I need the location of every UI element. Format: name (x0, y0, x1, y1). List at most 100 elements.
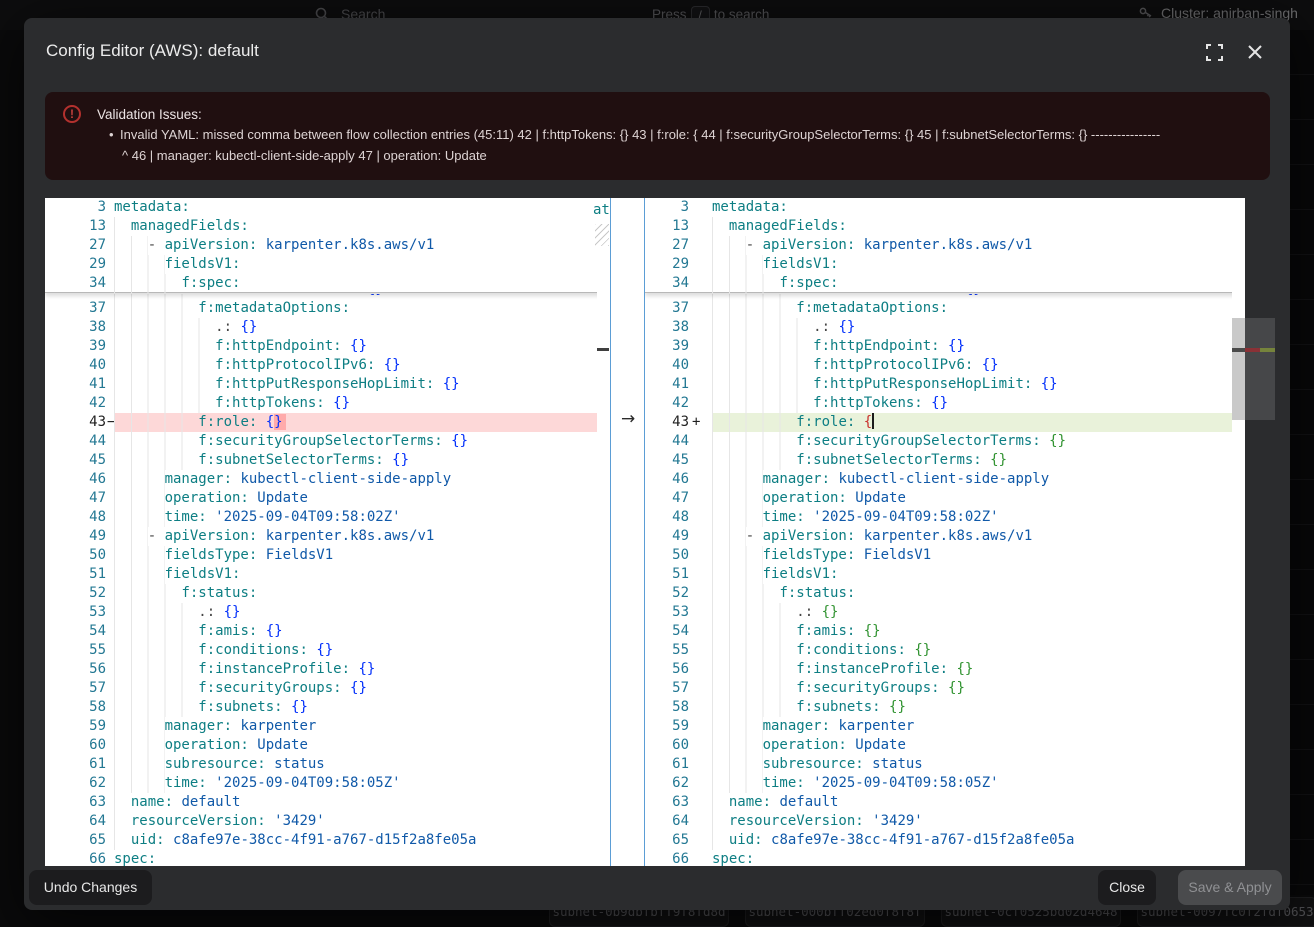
code-line[interactable]: 60operation: Update (645, 736, 1245, 755)
line-number: 49 (645, 527, 689, 546)
code-line[interactable]: 41f:httpPutResponseHopLimit: {} (45, 375, 610, 394)
code-line[interactable]: 64resourceVersion: '3429' (645, 812, 1245, 831)
code-line[interactable]: 55f:conditions: {} (45, 641, 610, 660)
modified-pane[interactable]: 37f:metadataOptions:38.: {}39f:httpEndpo… (645, 198, 1245, 866)
code-line[interactable]: 57f:securityGroups: {} (645, 679, 1245, 698)
code-line[interactable]: 65uid: c8afe97e-38cc-4f91-a767-d15f2a8fe… (645, 831, 1245, 850)
code-line[interactable]: 62time: '2025-09-04T09:58:05Z' (45, 774, 610, 793)
save-apply-button[interactable]: Save & Apply (1178, 870, 1282, 905)
close-button[interactable]: Close (1098, 870, 1156, 905)
code-line[interactable]: 39f:httpEndpoint: {} (645, 337, 1245, 356)
close-icon[interactable] (1246, 44, 1264, 62)
line-number: 63 (645, 793, 689, 812)
code-line[interactable]: 55f:conditions: {} (645, 641, 1245, 660)
code-line[interactable]: 61subresource: status (45, 755, 610, 774)
code-line[interactable]: 40f:httpProtocolIPv6: {} (45, 356, 610, 375)
code-line[interactable]: 49- apiVersion: karpenter.k8s.aws/v1 (45, 527, 610, 546)
code-line[interactable]: 39f:httpEndpoint: {} (45, 337, 610, 356)
code-line[interactable]: 66spec: (45, 850, 610, 866)
code-line[interactable]: 34f:spec: (45, 274, 610, 293)
code-line[interactable]: 64resourceVersion: '3429' (45, 812, 610, 831)
expand-icon[interactable] (1206, 44, 1224, 62)
code-line[interactable]: 56f:instanceProfile: {} (45, 660, 610, 679)
code-line[interactable]: 63name: default (645, 793, 1245, 812)
code-line[interactable]: 45f:subnetSelectorTerms: {} (645, 451, 1245, 470)
code-line[interactable]: 62time: '2025-09-04T09:58:05Z' (645, 774, 1245, 793)
code-line[interactable]: 52f:status: (645, 584, 1245, 603)
code-line[interactable]: 13managedFields: (45, 217, 610, 236)
code-line[interactable]: 47operation: Update (45, 489, 610, 508)
code-line[interactable]: 66spec: (645, 850, 1245, 866)
code-line[interactable]: 41f:httpPutResponseHopLimit: {} (645, 375, 1245, 394)
code-line[interactable]: 58f:subnets: {} (645, 698, 1245, 717)
code-line[interactable]: 13managedFields: (645, 217, 1245, 236)
clipped-line: f:amiSelectorTerms: {} (645, 294, 1245, 299)
code-line[interactable]: 45f:subnetSelectorTerms: {} (45, 451, 610, 470)
scrollbar-thumb[interactable] (1232, 318, 1245, 420)
code-line[interactable]: 50fieldsType: FieldsV1 (645, 546, 1245, 565)
code-line[interactable]: 27- apiVersion: karpenter.k8s.aws/v1 (645, 236, 1245, 255)
code-line[interactable]: 38.: {} (45, 318, 610, 337)
code-line[interactable]: 54f:amis: {} (45, 622, 610, 641)
code-line[interactable]: 37f:metadataOptions: (645, 299, 1245, 318)
code-line[interactable]: 29fieldsV1: (645, 255, 1245, 274)
code-line[interactable]: 51fieldsV1: (45, 565, 610, 584)
code-line[interactable]: 52f:status: (45, 584, 610, 603)
code-line[interactable]: 53.: {} (45, 603, 610, 622)
code-line[interactable]: 40f:httpProtocolIPv6: {} (645, 356, 1245, 375)
line-number: 34 (645, 274, 689, 293)
code-line[interactable]: 63name: default (45, 793, 610, 812)
code-line[interactable]: 60operation: Update (45, 736, 610, 755)
code-line[interactable]: 59manager: karpenter (645, 717, 1245, 736)
line-number: 51 (45, 565, 106, 584)
code-line[interactable]: 59manager: karpenter (45, 717, 610, 736)
line-number: 53 (645, 603, 689, 622)
scrollbar-track[interactable] (1232, 198, 1245, 866)
code-line[interactable]: 44f:securityGroupSelectorTerms: {} (45, 432, 610, 451)
code-line[interactable]: 50fieldsType: FieldsV1 (45, 546, 610, 565)
undo-changes-button[interactable]: Undo Changes (29, 870, 152, 905)
code-line[interactable]: 29fieldsV1: (45, 255, 610, 274)
code-line[interactable]: 43+f:role: { (645, 413, 1245, 432)
code-line[interactable]: 34f:spec: (645, 274, 1245, 293)
overview-slider (1245, 318, 1275, 420)
code-line[interactable]: 43−f:role: {} (45, 413, 610, 432)
line-number: 54 (45, 622, 106, 641)
line-number: 27 (45, 236, 106, 255)
revert-arrow-icon[interactable]: → (621, 410, 635, 429)
code-line[interactable]: 27- apiVersion: karpenter.k8s.aws/v1 (45, 236, 610, 255)
code-line[interactable]: 46manager: kubectl-client-side-apply (45, 470, 610, 489)
bullet: • (109, 127, 114, 142)
original-pane[interactable]: 37f:metadataOptions:38.: {}39f:httpEndpo… (45, 198, 610, 866)
code-line[interactable]: 58f:subnets: {} (45, 698, 610, 717)
line-number: 56 (45, 660, 106, 679)
line-number: 3 (645, 198, 689, 217)
code-line[interactable]: 3metadata: (645, 198, 1245, 217)
code-line[interactable]: 54f:amis: {} (645, 622, 1245, 641)
line-number: 57 (645, 679, 689, 698)
code-line[interactable]: 37f:metadataOptions: (45, 299, 610, 318)
code-line[interactable]: 56f:instanceProfile: {} (645, 660, 1245, 679)
diff-editor: 37f:metadataOptions:38.: {}39f:httpEndpo… (45, 198, 1275, 866)
line-number: 52 (645, 584, 689, 603)
code-line[interactable]: 65uid: c8afe97e-38cc-4f91-a767-d15f2a8fe… (45, 831, 610, 850)
code-line[interactable]: 48time: '2025-09-04T09:58:02Z' (45, 508, 610, 527)
code-line[interactable]: 47operation: Update (645, 489, 1245, 508)
code-line[interactable]: 49- apiVersion: karpenter.k8s.aws/v1 (645, 527, 1245, 546)
line-number: 47 (45, 489, 106, 508)
code-line[interactable]: 46manager: kubectl-client-side-apply (645, 470, 1245, 489)
code-line[interactable]: 44f:securityGroupSelectorTerms: {} (645, 432, 1245, 451)
code-line[interactable]: 51fieldsV1: (645, 565, 1245, 584)
code-line[interactable]: 57f:securityGroups: {} (45, 679, 610, 698)
code-line[interactable]: 42f:httpTokens: {} (645, 394, 1245, 413)
line-number: 52 (45, 584, 106, 603)
diff-sash[interactable] (610, 198, 645, 866)
code-line[interactable]: 53.: {} (645, 603, 1245, 622)
code-line[interactable]: 61subresource: status (645, 755, 1245, 774)
line-number: 3 (45, 198, 106, 217)
code-line[interactable]: 48time: '2025-09-04T09:58:02Z' (645, 508, 1245, 527)
code-line[interactable]: 42f:httpTokens: {} (45, 394, 610, 413)
code-line[interactable]: 3metadata: (45, 198, 610, 217)
validation-message-line1: Invalid YAML: missed comma between flow … (120, 127, 1255, 142)
code-line[interactable]: 38.: {} (645, 318, 1245, 337)
